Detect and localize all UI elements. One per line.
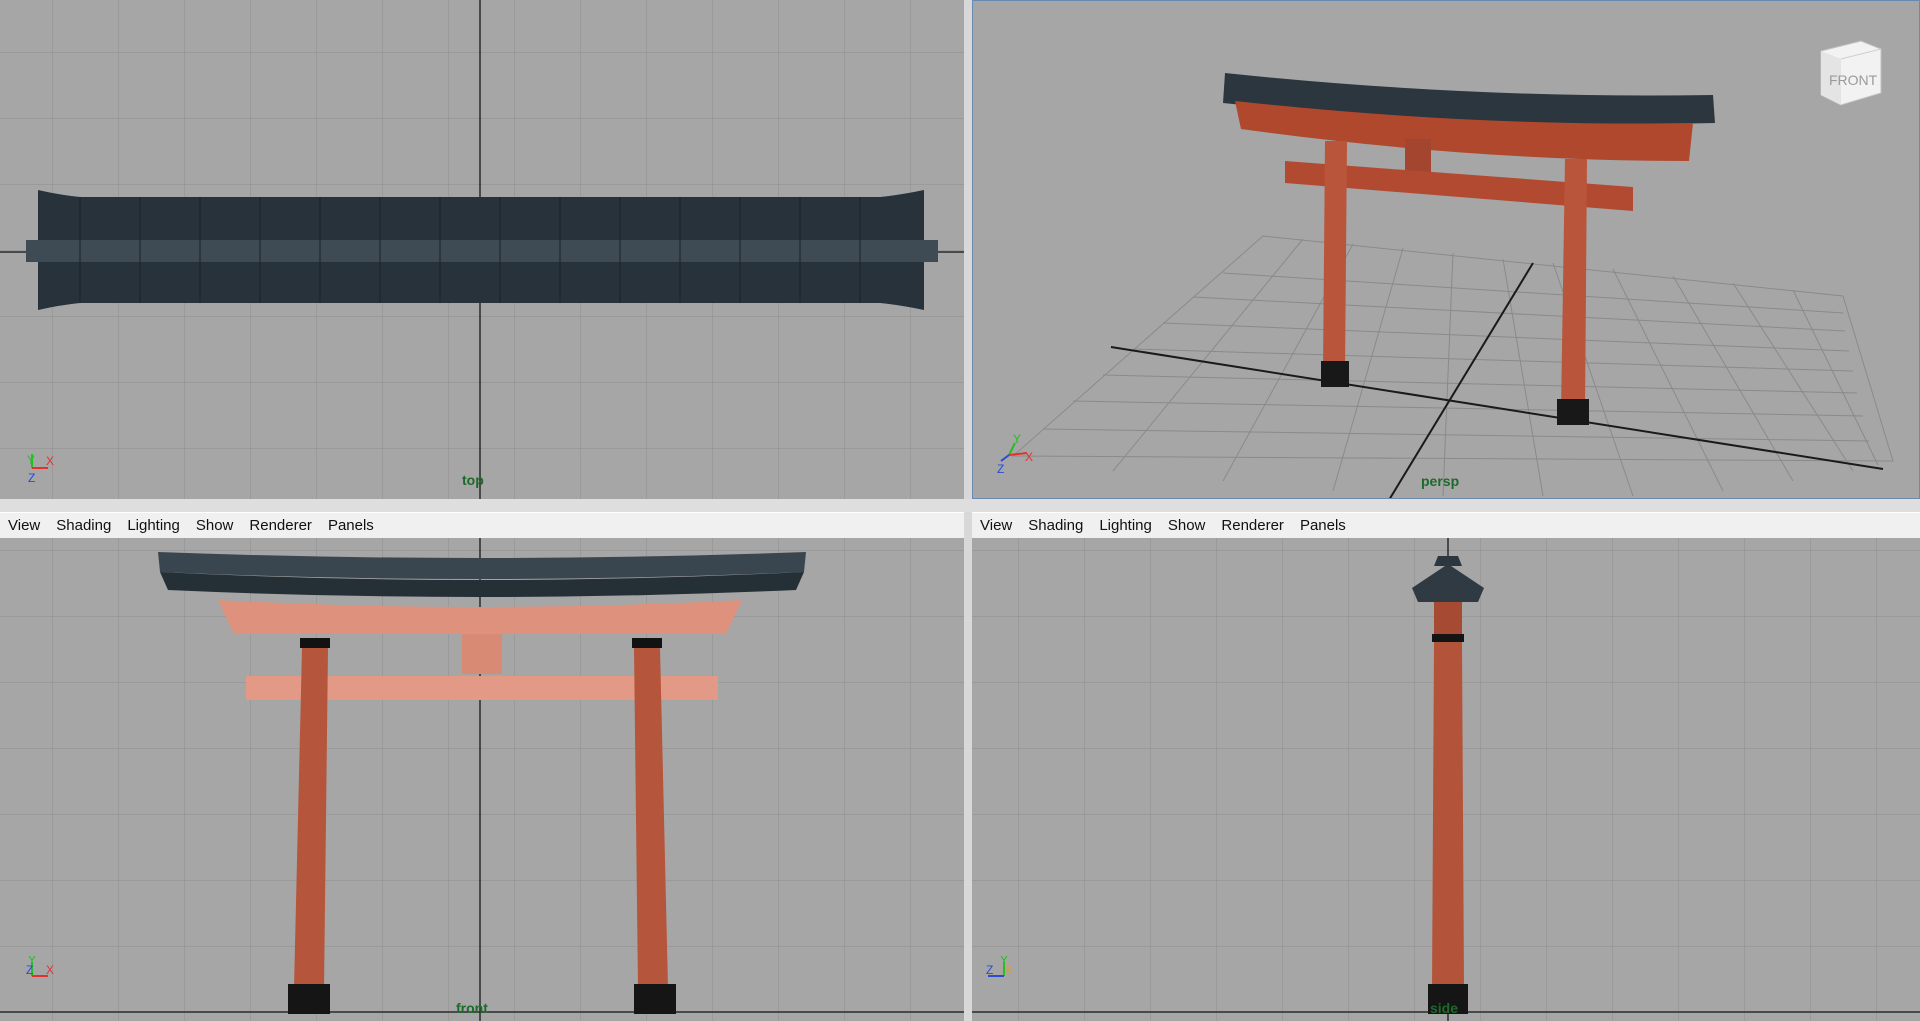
axis-gizmo-front: Y X Z bbox=[26, 956, 54, 977]
menu-show[interactable]: Show bbox=[1160, 517, 1214, 534]
menu-view[interactable]: View bbox=[972, 517, 1020, 534]
viewport-top[interactable]: top Y X Z bbox=[0, 0, 964, 499]
viewport-persp[interactable]: FRONT persp Y X Z bbox=[972, 0, 1920, 499]
panel-divider-horizontal[interactable] bbox=[0, 499, 1920, 512]
view-cube[interactable]: FRONT bbox=[1811, 31, 1891, 111]
front-view-canvas bbox=[0, 538, 964, 1021]
menu-view[interactable]: View bbox=[0, 517, 48, 534]
svg-text:Z: Z bbox=[26, 963, 33, 977]
menu-panels[interactable]: Panels bbox=[320, 517, 382, 534]
menu-show[interactable]: Show bbox=[188, 517, 242, 534]
axis-gizmo-top: Y X Z bbox=[27, 453, 54, 485]
menu-lighting[interactable]: Lighting bbox=[1091, 517, 1160, 534]
svg-text:X: X bbox=[1004, 963, 1012, 977]
viewport-side[interactable]: side Y Z X bbox=[972, 538, 1920, 1021]
view-cube-face-label: FRONT bbox=[1829, 72, 1878, 88]
svg-text:X: X bbox=[46, 963, 54, 977]
menu-shading[interactable]: Shading bbox=[1020, 517, 1091, 534]
axis-gizmo-persp: Y X Z bbox=[997, 433, 1033, 473]
menu-panels[interactable]: Panels bbox=[1292, 517, 1354, 534]
persp-view-canvas bbox=[1011, 73, 1894, 498]
menu-renderer[interactable]: Renderer bbox=[241, 517, 320, 534]
menu-lighting[interactable]: Lighting bbox=[119, 517, 188, 534]
menu-renderer[interactable]: Renderer bbox=[1213, 517, 1292, 534]
panel-label-side: side bbox=[1430, 1000, 1459, 1016]
svg-text:Y: Y bbox=[1013, 433, 1021, 446]
panel-menubar-front: View Shading Lighting Show Renderer Pane… bbox=[0, 512, 964, 539]
svg-text:Y: Y bbox=[27, 453, 35, 467]
svg-text:Z: Z bbox=[28, 471, 35, 485]
panel-label-front: front bbox=[456, 1000, 488, 1016]
side-view-canvas bbox=[972, 538, 1920, 1021]
top-view-canvas bbox=[0, 0, 964, 499]
panel-label-top: top bbox=[462, 472, 484, 488]
menu-shading[interactable]: Shading bbox=[48, 517, 119, 534]
svg-text:X: X bbox=[46, 454, 54, 468]
axis-gizmo-side: Y Z X bbox=[986, 956, 1012, 977]
svg-text:Z: Z bbox=[986, 963, 993, 977]
torii-persp bbox=[1223, 73, 1715, 425]
torii-roof-top bbox=[26, 190, 938, 310]
svg-text:X: X bbox=[1025, 450, 1033, 464]
viewport-front[interactable]: front Y X Z bbox=[0, 538, 964, 1021]
svg-text:Z: Z bbox=[997, 462, 1004, 473]
panel-label-persp: persp bbox=[1421, 473, 1460, 489]
panel-menubar-side: View Shading Lighting Show Renderer Pane… bbox=[972, 512, 1920, 539]
